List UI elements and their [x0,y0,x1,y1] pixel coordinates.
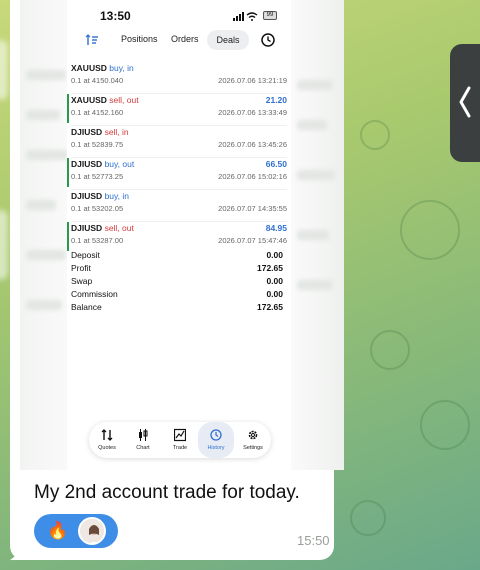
deal-datetime: 2026.07.06 13:21:19 [218,76,287,85]
nav-settings[interactable]: Settings [235,422,271,458]
deal-lot: 0.1 at 52839.75 [71,140,124,149]
fire-emoji-icon: 🔥 [47,521,69,540]
deal-lot: 0.1 at 4152.160 [71,108,124,117]
bubble-tail [10,542,30,560]
bg-doodle [350,500,386,536]
deal-symbol: DJIUSD [71,223,103,233]
quotes-icon [101,429,113,441]
person-avatar-icon [80,519,104,543]
status-time: 13:50 [100,9,131,23]
history-icon [210,429,222,441]
bg-blurred-bubble [0,210,8,280]
nav-trade[interactable]: Trade [162,422,198,458]
deal-out-indicator [67,94,69,123]
deal-profit: 66.50 [265,159,287,169]
reaction-chip[interactable]: 🔥 [34,514,118,548]
deal-direction: buy, in [109,63,134,73]
bottom-navbar: Quotes Chart Trade History Settings [89,422,271,458]
tab-orders[interactable]: Orders [171,34,199,44]
deal-datetime: 2026.07.06 13:33:49 [218,108,287,117]
deal-row[interactable]: XAUUSD sell, out 21.20 0.1 at 4152.160 2… [67,94,291,124]
trade-history-screenshot[interactable]: 13:50 99 Positions Orders Deals XAUUSD b… [67,0,291,470]
deal-datetime: 2026.07.06 13:45:26 [218,140,287,149]
clock-icon[interactable] [260,32,276,48]
screenshot-right-blur [291,0,344,470]
deal-profit: 84.95 [265,223,287,233]
phone-status-bar: 13:50 99 [67,8,291,26]
deal-symbol: DJIUSD [71,159,103,169]
avatar [78,517,106,545]
history-tabbar: Positions Orders Deals [75,30,283,52]
deal-symbol: DJIUSD [71,191,103,201]
signal-wifi-icon [233,12,258,21]
deal-row[interactable]: DJIUSD sell, out 84.95 0.1 at 53287.00 2… [67,222,291,252]
deal-row[interactable]: DJIUSD buy, out 66.50 0.1 at 52773.25 20… [67,158,291,188]
tab-positions[interactable]: Positions [121,34,158,44]
deal-symbol: XAUUSD [71,63,107,73]
bg-doodle [400,200,460,260]
deal-row[interactable]: XAUUSD buy, in 0.1 at 4150.040 2026.07.0… [67,62,291,92]
deal-datetime: 2026.07.06 15:02:16 [218,172,287,181]
candlestick-icon [139,429,148,441]
chevron-left-icon [459,86,471,118]
summary-row-balance: Balance 172.65 [71,302,283,312]
message-timestamp: 15:50 [297,533,330,548]
bg-blurred-bubble [0,40,8,100]
gear-icon [248,430,258,440]
deal-lot: 0.1 at 4150.040 [71,76,124,85]
deal-row[interactable]: DJIUSD buy, in 0.1 at 53202.05 2026.07.0… [67,190,291,220]
deal-symbol: DJIUSD [71,127,103,137]
summary-row-commission: Commission 0.00 [71,289,283,299]
summary-row-profit: Profit 172.65 [71,263,283,273]
bg-doodle [360,120,390,150]
account-summary: Deposit 0.00 Profit 172.65 Swap 0.00 Commis… [71,250,287,315]
tab-deals[interactable]: Deals [207,30,249,50]
nav-chart[interactable]: Chart [125,422,161,458]
bg-doodle [420,400,470,450]
bg-doodle [370,330,410,370]
deal-symbol: XAUUSD [71,95,107,105]
message-bubble[interactable]: 13:50 99 Positions Orders Deals XAUUSD b… [10,0,344,560]
nav-history[interactable]: History [198,422,234,458]
deal-direction: sell, out [104,223,134,233]
nav-quotes[interactable]: Quotes [89,422,125,458]
deal-profit: 21.20 [265,95,287,105]
summary-row-swap: Swap 0.00 [71,276,283,286]
deal-out-indicator [67,222,69,251]
summary-row-deposit: Deposit 0.00 [71,250,283,260]
deal-datetime: 2026.07.07 15:47:46 [218,236,287,245]
message-text: My 2nd account trade for today. [34,482,300,503]
deal-direction: buy, in [104,191,129,201]
deal-direction: sell, out [109,95,139,105]
battery-icon: 99 [263,11,277,20]
deal-lot: 0.1 at 53202.05 [71,204,124,213]
trade-chart-icon [174,428,186,442]
deal-lot: 0.1 at 52773.25 [71,172,124,181]
deal-direction: sell, in [104,127,129,137]
sort-filter-icon[interactable] [85,33,99,47]
deal-datetime: 2026.07.07 14:35:55 [218,204,287,213]
deal-lot: 0.1 at 53287.00 [71,236,124,245]
deal-out-indicator [67,158,69,187]
deal-direction: buy, out [104,159,135,169]
deal-row[interactable]: DJIUSD sell, in 0.1 at 52839.75 2026.07.… [67,126,291,156]
side-panel-toggle[interactable] [450,44,480,162]
